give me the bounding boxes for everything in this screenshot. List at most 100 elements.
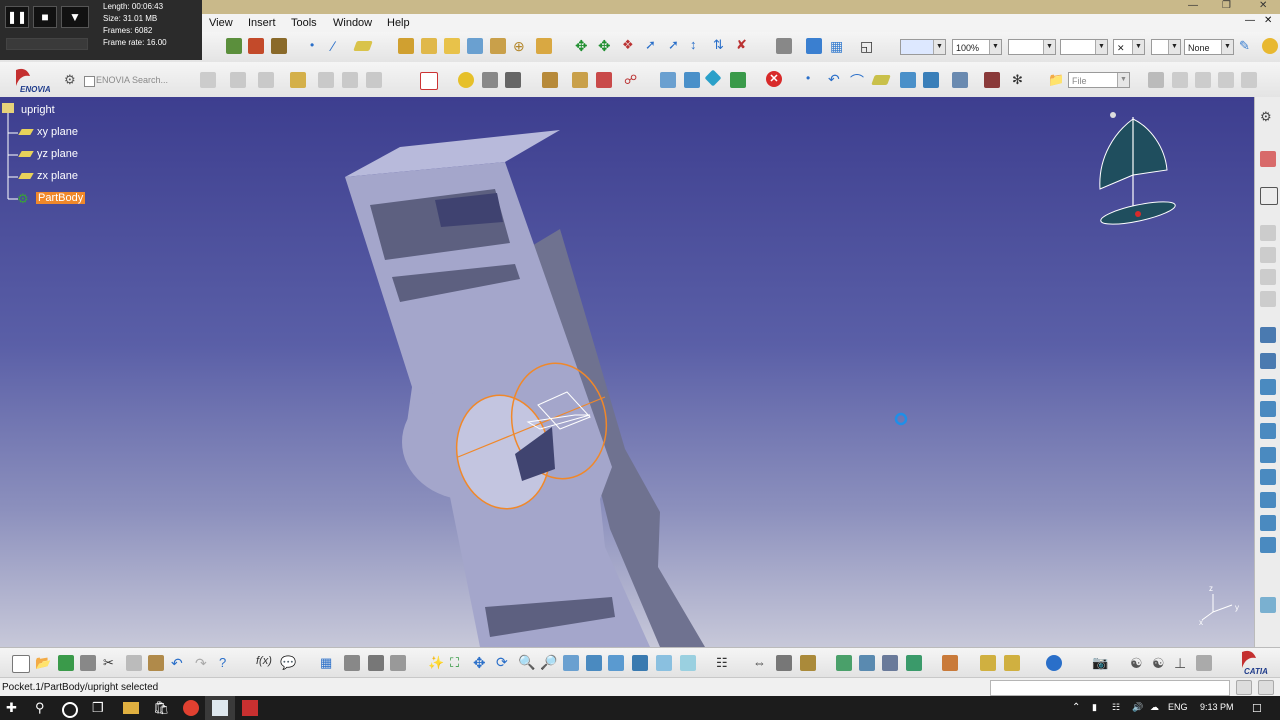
sketcher-icon[interactable] (776, 38, 792, 54)
hole-icon[interactable] (490, 38, 506, 54)
tool-icon[interactable] (1260, 537, 1276, 553)
point-style-combo[interactable]: ✕ ▼ (1113, 39, 1145, 55)
notifications-icon[interactable]: ☐ (1252, 702, 1262, 715)
zoom-out-icon[interactable]: 🔎 (540, 654, 557, 670)
tool-icon[interactable] (1172, 72, 1188, 88)
color-combo[interactable]: ▼ (900, 39, 946, 55)
catia-app-icon[interactable] (212, 700, 228, 716)
tree-item-partbody[interactable]: PartBody (36, 192, 86, 204)
tool-icon[interactable]: ⌒ (850, 71, 866, 89)
new-file-icon[interactable] (12, 655, 30, 673)
multi-view-icon[interactable] (586, 655, 602, 671)
whats-this-icon[interactable]: ? (219, 655, 235, 671)
tool-icon[interactable] (1260, 447, 1276, 463)
layer-index-combo[interactable]: ▼ (1151, 39, 1181, 55)
undo-icon[interactable]: ↶ (171, 655, 187, 671)
cortana-icon[interactable] (62, 702, 78, 718)
tool-icon[interactable] (258, 72, 274, 88)
swap-space-icon[interactable] (680, 655, 696, 671)
doc-minimize-icon[interactable]: — (1245, 15, 1255, 26)
tool-icon[interactable] (1241, 72, 1257, 88)
tool-icon[interactable] (1195, 72, 1211, 88)
tool-icon[interactable] (290, 72, 306, 88)
rotate-icon[interactable]: ✥ (598, 37, 614, 55)
line-icon[interactable]: ∕ (332, 38, 348, 54)
fit-all-icon[interactable]: ◱ (860, 38, 876, 54)
folder-icon[interactable]: 📁 (1048, 72, 1064, 88)
tool-icon[interactable] (390, 655, 406, 671)
tool-icon[interactable] (1260, 187, 1278, 205)
tool-icon[interactable] (1260, 291, 1276, 307)
slot-icon[interactable] (536, 38, 552, 54)
shading-icon[interactable] (632, 655, 648, 671)
tool-icon[interactable] (704, 69, 722, 87)
tool-icon[interactable] (366, 72, 382, 88)
tool-icon[interactable] (923, 72, 939, 88)
volume-icon[interactable]: 🔊 (1132, 702, 1143, 713)
tool-icon[interactable] (1148, 72, 1164, 88)
tree-item-xy-plane[interactable]: xy plane (37, 126, 78, 138)
tool-icon[interactable] (344, 655, 360, 671)
bulb-icon[interactable] (1262, 38, 1278, 54)
camera-icon[interactable]: 📷 (1092, 655, 1108, 671)
tool-icon[interactable] (1236, 680, 1252, 695)
tool-icon[interactable] (342, 72, 358, 88)
tool-icon[interactable] (1258, 680, 1274, 695)
tool-icon[interactable] (1260, 269, 1276, 285)
menu-insert[interactable]: Insert (248, 17, 276, 29)
groove-icon[interactable] (467, 38, 483, 54)
battery-icon[interactable]: ▮ (1092, 702, 1097, 713)
compass-widget[interactable] (1099, 112, 1177, 229)
zoom-in-icon[interactable]: 🔍 (518, 654, 535, 670)
constraint-icon[interactable]: ⇅ (713, 37, 729, 53)
tool-icon[interactable] (1260, 247, 1276, 263)
tool-icon[interactable] (980, 655, 996, 671)
store-icon[interactable]: 🛍 (153, 700, 170, 716)
tool-icon[interactable] (660, 72, 676, 88)
tool-icon[interactable] (1260, 151, 1276, 167)
axis2-icon[interactable]: ➚ (668, 37, 684, 53)
tool-icon[interactable]: • (806, 71, 822, 87)
redo-icon[interactable]: ↷ (195, 655, 211, 671)
shaft-icon[interactable] (444, 38, 460, 54)
tool-icon[interactable]: ↶ (828, 71, 844, 87)
tool-icon[interactable] (1260, 353, 1276, 369)
recorder-menu-button[interactable]: ▼ (61, 6, 89, 28)
tool-icon[interactable] (1260, 401, 1276, 417)
cut-icon[interactable]: ✂ (103, 655, 119, 671)
tool-icon[interactable] (1260, 327, 1276, 343)
task-view-icon[interactable]: ❒ (92, 700, 108, 716)
brush-icon[interactable]: ✎ (1239, 38, 1255, 54)
clock[interactable]: 9:13 PM (1200, 702, 1234, 712)
dimension-icon[interactable]: ↕ (690, 37, 706, 53)
command-input[interactable] (990, 680, 1230, 696)
layer-combo[interactable]: None ▼ (1184, 39, 1234, 55)
tool-icon[interactable] (906, 655, 922, 671)
paste-icon[interactable] (148, 655, 164, 671)
measure-icon[interactable]: ✘ (736, 37, 752, 53)
tool-icon[interactable] (482, 72, 498, 88)
save-icon[interactable] (58, 655, 74, 671)
enovia-tool-icon[interactable]: ⚙ (64, 72, 80, 88)
enovia-search-checkbox[interactable] (84, 76, 95, 87)
tray-chevron-icon[interactable]: ⌃ (1072, 702, 1080, 713)
tool-icon[interactable] (572, 72, 588, 88)
tool-icon[interactable] (984, 72, 1000, 88)
tool-icon[interactable] (1260, 597, 1276, 613)
recorder-app-icon[interactable] (242, 700, 258, 716)
tool-icon[interactable] (684, 72, 700, 88)
tool-icon[interactable] (1260, 492, 1276, 508)
point-icon[interactable]: • (310, 38, 326, 54)
tool-icon[interactable] (1260, 423, 1276, 439)
tool-icon[interactable] (776, 655, 792, 671)
3d-viewport[interactable]: z y x upright xy plane yz plane zx plane… (0, 97, 1254, 647)
tool-icon[interactable] (1260, 225, 1276, 241)
tool-icon[interactable] (200, 72, 216, 88)
tool-icon[interactable] (1218, 72, 1234, 88)
symmetry-icon[interactable]: ❖ (622, 37, 638, 53)
input-language[interactable]: ENG (1168, 702, 1188, 712)
file-explorer-icon[interactable] (123, 702, 139, 714)
plane-icon[interactable] (353, 41, 373, 51)
tool-icon[interactable]: ✻ (1012, 72, 1028, 88)
tool-icon[interactable] (1260, 379, 1276, 395)
